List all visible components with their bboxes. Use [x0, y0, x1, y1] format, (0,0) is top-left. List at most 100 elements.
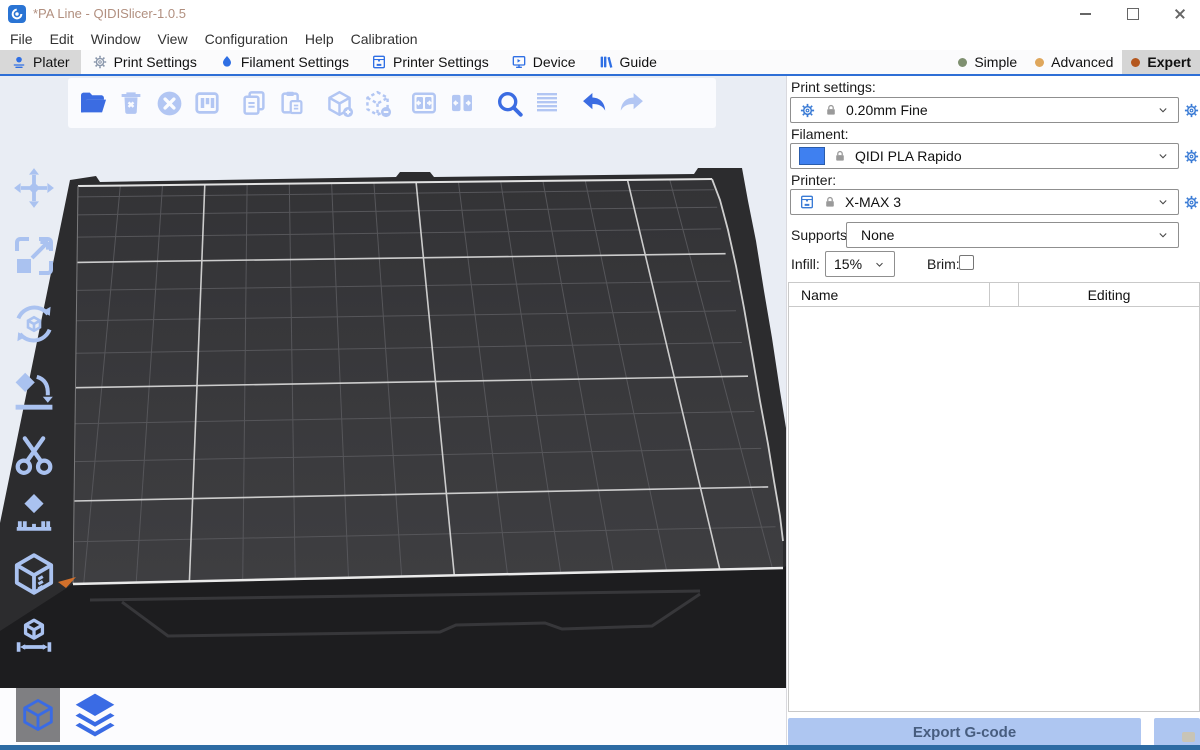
tab-filament-settings[interactable]: Filament Settings	[208, 50, 360, 74]
preview-view-button[interactable]	[64, 690, 126, 742]
tab-printer-settings[interactable]: Printer Settings	[360, 50, 500, 74]
measure-tool-button[interactable]	[6, 608, 62, 664]
menu-help[interactable]: Help	[299, 28, 340, 50]
column-header-editing[interactable]: Editing	[1019, 283, 1199, 306]
export-option-icon	[1182, 732, 1195, 742]
minimize-button[interactable]	[1065, 0, 1105, 28]
undo-button[interactable]	[575, 82, 613, 124]
support-paint-icon	[11, 489, 57, 535]
paint-supports-tool-button[interactable]	[6, 484, 62, 540]
menu-calibration[interactable]: Calibration	[345, 28, 424, 50]
object-list-header: Name Editing	[789, 283, 1199, 307]
gear-icon	[1183, 102, 1200, 119]
brim-label: Brim:	[927, 256, 960, 272]
filament-color-swatch	[799, 147, 825, 165]
export-options-button[interactable]	[1154, 718, 1200, 746]
tab-guide[interactable]: Guide	[587, 50, 668, 74]
viewport-bottom-strip	[0, 688, 786, 745]
paste-icon	[277, 88, 307, 118]
split-to-objects-button[interactable]	[405, 82, 443, 124]
trash-icon	[116, 88, 146, 118]
rotate-icon	[10, 300, 58, 348]
gear-icon	[799, 102, 816, 119]
seam-tool-button[interactable]	[6, 546, 62, 602]
chevron-down-icon	[1156, 195, 1170, 209]
menu-file[interactable]: File	[4, 28, 39, 50]
3d-viewport[interactable]	[0, 76, 786, 688]
arrange-button[interactable]	[188, 82, 226, 124]
menu-configuration[interactable]: Configuration	[199, 28, 294, 50]
edit-print-settings-button[interactable]	[1182, 101, 1200, 119]
supports-combo[interactable]: None	[846, 222, 1179, 248]
print-settings-value: 0.20mm Fine	[846, 102, 928, 118]
column-header-name[interactable]: Name	[789, 283, 990, 306]
print-settings-combo[interactable]: 0.20mm Fine	[790, 97, 1179, 123]
print-settings-gear-icon	[92, 54, 108, 70]
close-icon	[1174, 8, 1186, 20]
scissors-icon	[11, 433, 57, 479]
lock-icon	[833, 149, 847, 163]
scale-tool-button[interactable]	[6, 228, 62, 284]
app-logo-icon	[8, 5, 26, 23]
delete-button[interactable]	[112, 82, 150, 124]
3d-editor-view-button[interactable]	[16, 688, 60, 742]
tab-device[interactable]: Device	[500, 50, 587, 74]
tab-print-settings-label: Print Settings	[114, 54, 197, 70]
printer-icon	[371, 54, 387, 70]
menu-bar: File Edit Window View Configuration Help…	[0, 28, 1200, 50]
split-to-parts-button[interactable]	[443, 82, 481, 124]
menu-edit[interactable]: Edit	[44, 28, 80, 50]
mode-simple[interactable]: Simple	[949, 50, 1026, 74]
chevron-down-icon	[1156, 149, 1170, 163]
edit-printer-button[interactable]	[1182, 193, 1200, 211]
tab-printer-settings-label: Printer Settings	[393, 54, 489, 70]
mode-advanced[interactable]: Advanced	[1026, 50, 1122, 74]
edit-filament-button[interactable]	[1182, 147, 1200, 165]
remove-instance-button[interactable]	[358, 82, 396, 124]
maximize-button[interactable]	[1113, 0, 1153, 28]
delete-all-button[interactable]	[150, 82, 188, 124]
export-gcode-button[interactable]: Export G-code	[788, 718, 1141, 746]
infill-value: 15%	[834, 256, 862, 272]
menu-window[interactable]: Window	[85, 28, 147, 50]
filament-combo[interactable]: QIDI PLA Rapido	[790, 143, 1179, 169]
mode-expert[interactable]: Expert	[1122, 50, 1200, 74]
filament-value: QIDI PLA Rapido	[855, 148, 962, 164]
open-project-button[interactable]	[74, 82, 112, 124]
brim-checkbox[interactable]	[959, 255, 974, 270]
place-on-face-tool-button[interactable]	[6, 362, 62, 418]
printer-front-body	[0, 566, 786, 688]
infill-combo[interactable]: 15%	[825, 251, 895, 277]
printer-combo[interactable]: X-MAX 3	[790, 189, 1179, 215]
plater-icon	[11, 54, 27, 70]
close-button[interactable]	[1160, 0, 1200, 28]
move-tool-button[interactable]	[6, 160, 62, 216]
paste-button[interactable]	[273, 82, 311, 124]
tab-print-settings[interactable]: Print Settings	[81, 50, 208, 74]
supports-value: None	[855, 227, 894, 243]
window-title: *PA Line - QIDISlicer-1.0.5	[33, 0, 186, 28]
search-icon	[494, 88, 525, 119]
search-button[interactable]	[490, 82, 528, 124]
move-icon	[11, 165, 57, 211]
column-header-extruder[interactable]	[990, 283, 1019, 306]
filament-icon	[219, 54, 235, 70]
printer-icon	[799, 194, 815, 210]
add-instance-button[interactable]	[320, 82, 358, 124]
copy-button[interactable]	[235, 82, 273, 124]
print-settings-label: Print settings:	[791, 79, 876, 95]
tab-plater[interactable]: Plater	[0, 50, 81, 74]
variable-layer-height-button[interactable]	[528, 82, 566, 124]
chevron-down-icon	[873, 258, 886, 271]
sliced-layers-icon	[70, 689, 120, 743]
gear-icon	[1183, 194, 1200, 211]
menu-view[interactable]: View	[151, 28, 193, 50]
redo-button[interactable]	[613, 82, 651, 124]
3d-viewport-canvas[interactable]	[0, 76, 786, 688]
copy-icon	[239, 88, 269, 118]
cut-tool-button[interactable]	[6, 428, 62, 484]
object-list-body[interactable]	[789, 307, 1199, 712]
measure-icon	[12, 614, 56, 658]
mode-switcher: Simple Advanced Expert	[949, 50, 1200, 74]
rotate-tool-button[interactable]	[6, 296, 62, 352]
